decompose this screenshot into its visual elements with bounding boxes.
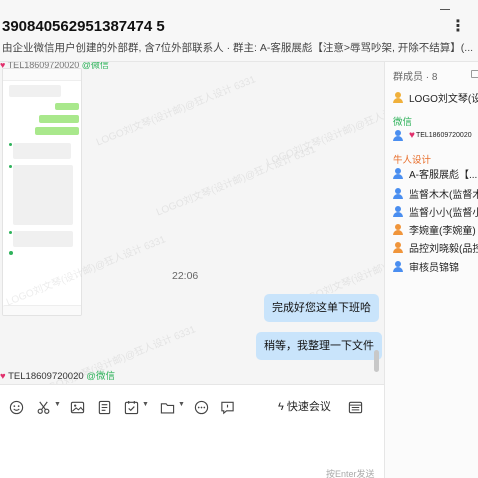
- more-options-button[interactable]: ⋮: [448, 17, 468, 37]
- watermark: LOGO刘文琴(设计邮)@狂人设计 6331: [264, 94, 384, 169]
- wechat-suffix-bottom: @微信: [86, 371, 115, 382]
- screenshot-bubble: [13, 165, 73, 225]
- member-item[interactable]: 监督小小(监督小: [393, 202, 478, 220]
- screenshot-image[interactable]: [2, 68, 82, 316]
- image-icon[interactable]: [68, 398, 86, 416]
- user-icon: [393, 205, 403, 217]
- message-timestamp: 22:06: [172, 270, 199, 282]
- member-name: 品控刘晓毅(品控: [409, 243, 478, 255]
- user-icon: [393, 260, 403, 272]
- member-sidebar: 群成员 · 8 LOGO刘文琴(设计 微信 ♥ TEL18609720020 牛…: [384, 62, 478, 478]
- chat-header: 390840562951387474 5 ⋮ 由企业微信用户创建的外部群, 含7…: [0, 0, 478, 62]
- more-dots-icon[interactable]: [192, 398, 210, 416]
- user-icon: [393, 129, 403, 141]
- member-count-header: 群成员 · 8: [393, 72, 438, 83]
- group-description: 由企业微信用户创建的外部群, 含7位外部联系人 · 群主: A-客服展彪【注意>…: [2, 42, 474, 54]
- message-bubble[interactable]: 稍等，我整理一下文件: [256, 332, 382, 360]
- member-name: 审核员锦锦: [409, 262, 459, 274]
- screenshot-avatar: [9, 251, 13, 255]
- watermark: LOGO刘文琴(设计邮)@狂人设计 6331: [154, 144, 318, 219]
- logo-avatar-icon: [393, 91, 403, 103]
- screenshot-bubble: [13, 143, 71, 159]
- task-icon[interactable]: [122, 398, 140, 416]
- member-name: 李婉童(李婉童): [409, 225, 476, 237]
- chat-history-icon[interactable]: [346, 398, 364, 416]
- member-item[interactable]: 监督木木(监督木: [393, 184, 478, 202]
- member-name: A-客服展彪【...: [409, 169, 478, 181]
- emoji-icon[interactable]: [7, 398, 25, 416]
- expand-icon[interactable]: [471, 70, 478, 78]
- heart-icon: ♥: [409, 129, 415, 141]
- scissors-icon[interactable]: [34, 398, 52, 416]
- member-item[interactable]: A-客服展彪【...: [393, 164, 477, 182]
- screenshot-bubble: [13, 231, 73, 247]
- flash-icon: ϟ: [278, 401, 284, 413]
- member-name: LOGO刘文琴(设计: [409, 93, 478, 105]
- group-title: 390840562951387474 5: [2, 18, 165, 35]
- member-item[interactable]: 审核员锦锦: [393, 257, 459, 275]
- screenshot-avatar: [9, 165, 12, 168]
- message-list[interactable]: ♥ TEL18609720020 @微信 LOGO刘文琴(设计邮)@狂人设计 6…: [0, 62, 384, 384]
- user-icon: [393, 241, 403, 253]
- chevron-down-icon[interactable]: ▼: [142, 401, 149, 408]
- screenshot-avatar: [9, 231, 12, 234]
- screenshot-bubble: [9, 85, 61, 97]
- sender-name-bottom: TEL18609720020: [8, 371, 84, 382]
- wechat-suffix-top: @微信: [81, 62, 109, 70]
- chevron-down-icon[interactable]: ▼: [178, 401, 185, 408]
- watermark: LOGO刘文琴(设计邮)@狂人设计 6331: [94, 74, 258, 149]
- comment-icon[interactable]: [218, 398, 236, 416]
- chat-window: 390840562951387474 5 ⋮ 由企业微信用户创建的外部群, 含7…: [0, 0, 478, 478]
- quick-meeting-button[interactable]: ϟ 快速会议: [278, 398, 331, 416]
- member-item[interactable]: LOGO刘文琴(设计: [393, 88, 478, 106]
- minimize-button[interactable]: [434, 2, 456, 16]
- screenshot-bubble: [35, 127, 79, 135]
- chevron-down-icon[interactable]: ▼: [54, 401, 61, 408]
- screenshot-avatar: [9, 143, 12, 146]
- message-bubble[interactable]: 完成好您这单下班哈: [264, 294, 379, 322]
- sender-tag-bottom: ♥ TEL18609720020 @微信: [0, 368, 115, 382]
- screenshot-bubble: [39, 115, 79, 123]
- screenshot-topbar: [3, 69, 81, 81]
- user-icon: [393, 187, 403, 199]
- quick-meeting-label: 快速会议: [286, 401, 331, 413]
- member-item[interactable]: 品控刘晓毅(品控: [393, 238, 478, 256]
- member-name: 监督小小(监督小: [409, 207, 478, 219]
- user-icon: [393, 223, 403, 235]
- folder-icon[interactable]: [158, 398, 176, 416]
- member-name: TEL18609720020: [415, 131, 472, 139]
- heart-icon: ♥: [0, 371, 6, 382]
- member-name: 监督木木(监督木: [409, 189, 478, 201]
- chat-scrollbar[interactable]: [374, 350, 379, 372]
- screenshot-bubble: [55, 103, 79, 110]
- user-icon: [393, 167, 403, 179]
- send-hint: 按Enter发送: [326, 469, 375, 478]
- screenshot-inputbar: [3, 305, 81, 315]
- message-input-area[interactable]: ▼ ▼ ▼ ϟ 快速会议 按Enter发送: [0, 384, 384, 478]
- member-item[interactable]: ♥ TEL18609720020: [393, 126, 472, 144]
- member-item[interactable]: 李婉童(李婉童): [393, 220, 476, 238]
- document-icon[interactable]: [95, 398, 113, 416]
